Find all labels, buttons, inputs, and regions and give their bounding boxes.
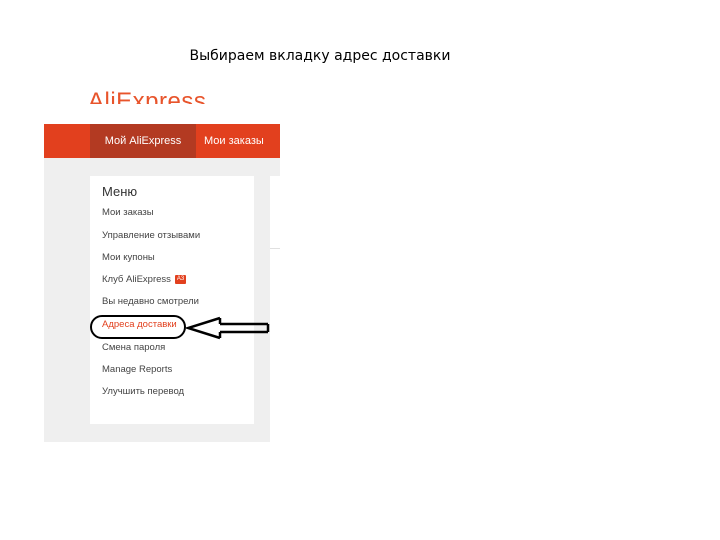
menu-item-aliexpress-club[interactable]: Клуб AliExpress A3 [102,274,187,285]
menu-item-recently-viewed[interactable]: Вы недавно смотрели [102,296,199,307]
menu-item-my-orders[interactable]: Мои заказы [102,207,154,218]
tab-my-orders[interactable]: Мои заказы [204,124,264,158]
pointer-arrow-icon [186,316,270,340]
aliexpress-screenshot: AliExpress Мой AliExpress Мои заказы Мен… [44,80,280,442]
club-badge-icon: A3 [174,274,187,284]
aliexpress-logo[interactable]: AliExpress [88,82,206,104]
menu-item-label: Клуб AliExpress [102,274,171,285]
menu-item-my-coupons[interactable]: Мои купоны [102,252,155,263]
menu-item-manage-reports[interactable]: Manage Reports [102,364,172,375]
tab-my-aliexpress[interactable]: Мой AliExpress [90,124,196,158]
top-navbar: Мой AliExpress Мои заказы [44,124,280,158]
menu-item-improve-translation[interactable]: Улучшить перевод [102,386,184,397]
sidebar-menu: Меню Мои заказы Управление отзывами Мои … [90,176,254,424]
slide-caption: Выбираем вкладку адрес доставки [189,48,451,64]
content-panel-edge [270,176,280,442]
menu-item-manage-reviews[interactable]: Управление отзывами [102,230,200,241]
highlight-oval [90,315,186,339]
menu-title: Меню [102,184,138,199]
menu-item-change-password[interactable]: Смена пароля [102,342,165,353]
divider [270,248,280,249]
